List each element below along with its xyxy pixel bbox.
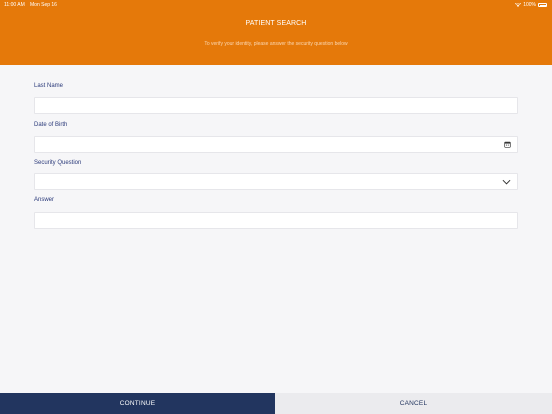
wifi-icon [515, 3, 522, 7]
header-bar: 11:00 AM Mon Sep 16 100% PATIENT SEARCH … [0, 0, 552, 65]
date-of-birth-label: Date of Birth [34, 122, 68, 128]
answer-field[interactable] [34, 212, 518, 229]
page-title: PATIENT SEARCH [245, 20, 307, 27]
security-question-label: Security Question [34, 160, 82, 166]
security-question-select[interactable] [34, 173, 518, 190]
last-name-field[interactable] [34, 97, 518, 114]
answer-label: Answer [34, 197, 55, 203]
status-time: 11:00 AM [4, 2, 25, 8]
chevron-down-icon[interactable] [502, 179, 511, 185]
calendar-icon[interactable] [504, 141, 511, 148]
status-indicators: 100% [515, 2, 547, 8]
footer-actions: CONTINUE CANCEL [0, 393, 552, 414]
cancel-button[interactable]: CANCEL [275, 393, 552, 414]
page-subtitle: To verify your identity, please answer t… [204, 41, 348, 47]
battery-percent: 100% [523, 2, 536, 8]
continue-button[interactable]: CONTINUE [0, 393, 275, 414]
status-date: Mon Sep 16 [30, 2, 57, 8]
date-of-birth-field[interactable] [34, 136, 518, 153]
last-name-label: Last Name [34, 83, 64, 89]
status-bar: 11:00 AM Mon Sep 16 100% [0, 0, 552, 10]
battery-icon [538, 3, 547, 7]
